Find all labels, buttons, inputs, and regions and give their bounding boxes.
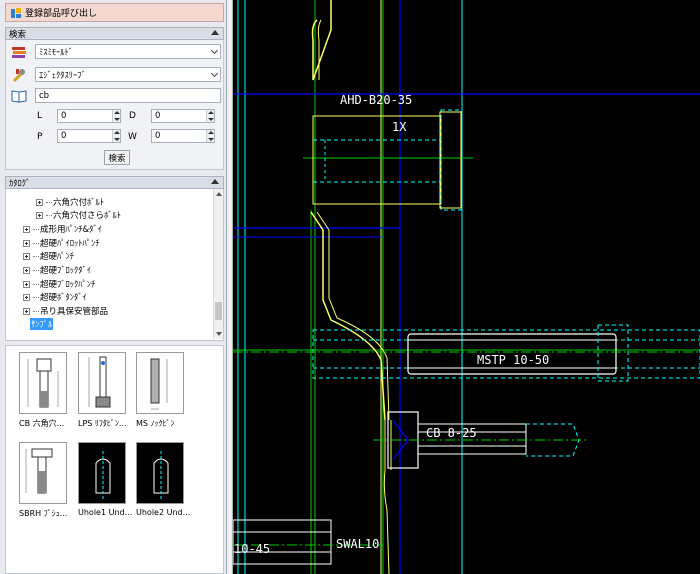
tree-item[interactable]: 超硬ﾊﾟｲﾛｯﾄﾊﾟﾝﾁ <box>23 237 100 249</box>
cb-bolt-preview-icon <box>19 352 67 414</box>
cad-label-edge: 10-45 <box>234 542 270 556</box>
expand-icon[interactable] <box>23 307 30 315</box>
cad-drawing: AHD-B20-35 1X MSTP 10-50 CB 8-25 SWAL10 … <box>233 0 700 574</box>
param-label-l: L <box>37 111 43 121</box>
tree-item-selected[interactable]: ｻﾝﾌﾟﾙ <box>30 318 54 330</box>
thumbnail-caption: Uhole2 Und... <box>136 508 190 517</box>
param-p-input[interactable]: 0 <box>57 129 121 143</box>
thumbnail-ms[interactable]: MS ﾉｯｸﾋﾟﾝ <box>136 352 184 429</box>
cad-label-mstp: MSTP 10-50 <box>477 353 549 367</box>
param-label-d: D <box>129 111 136 121</box>
param-p-value: 0 <box>61 131 67 141</box>
expand-icon[interactable] <box>36 198 43 206</box>
param-d-input[interactable]: 0 <box>151 109 215 123</box>
cad-viewport[interactable]: AHD-B20-35 1X MSTP 10-50 CB 8-25 SWAL10 … <box>233 0 700 574</box>
expand-icon[interactable] <box>23 293 30 301</box>
thumbnail-uhole1[interactable]: Uhole1 Und... <box>78 442 132 517</box>
tools-icon <box>13 68 25 82</box>
recall-parts-icon <box>11 7 21 18</box>
catalog-tree: 六角穴付ﾎﾞﾙﾄ 六角穴付さらﾎﾞﾙﾄ 成形用ﾊﾟﾝﾁ&ﾀﾞｲ 超硬ﾊﾟｲﾛｯﾄ… <box>5 189 224 341</box>
expand-icon[interactable] <box>23 252 30 260</box>
thumbnail-caption: LPS ﾘﾌﾀﾋﾟﾝ... <box>78 419 127 428</box>
param-label-p: P <box>37 132 43 142</box>
books-icon <box>12 46 26 58</box>
expand-icon[interactable] <box>23 266 30 274</box>
lifter-pin-preview-icon <box>78 352 126 414</box>
parts-panel: 登録部品呼び出し 検索 ﾐｽﾐﾓｰﾙﾄﾞ ｴｼﾞｪｸﾀｽﾘｰﾌﾞ cb L 0 … <box>0 0 227 574</box>
scroll-down-icon[interactable] <box>216 332 222 336</box>
chevron-down-icon <box>210 69 219 78</box>
spin-arrows-icon[interactable] <box>112 130 120 142</box>
open-book-icon <box>11 89 27 103</box>
expand-icon[interactable] <box>36 211 43 219</box>
tree-item[interactable]: 吊り具保安管部品 <box>23 305 108 317</box>
scroll-up-icon[interactable] <box>216 192 222 196</box>
catalog-scrollbar[interactable] <box>213 189 223 339</box>
catalog-panel-header[interactable]: ｶﾀﾛｸﾞ <box>5 176 224 189</box>
spin-arrows-icon[interactable] <box>112 110 120 122</box>
uhole2-preview-icon <box>136 442 184 504</box>
maker-select-value: ﾐｽﾐﾓｰﾙﾄﾞ <box>39 47 74 58</box>
spin-arrows-icon[interactable] <box>206 130 214 142</box>
category-select-value: ｴｼﾞｪｸﾀｽﾘｰﾌﾞ <box>39 70 86 81</box>
spin-arrows-icon[interactable] <box>206 110 214 122</box>
param-label-w: W <box>128 132 137 142</box>
cad-label-cb: CB 8-25 <box>426 426 477 440</box>
maker-select[interactable]: ﾐｽﾐﾓｰﾙﾄﾞ <box>35 44 221 59</box>
thumbnail-uhole2[interactable]: Uhole2 Und... <box>136 442 190 517</box>
search-panel-title: 検索 <box>9 29 27 40</box>
recall-registered-parts-button[interactable]: 登録部品呼び出し <box>5 3 224 22</box>
cad-label-ahd: AHD-B20-35 <box>340 93 412 107</box>
thumbnail-sbrh[interactable]: SBRH ﾌﾟｼｭ... <box>19 442 67 519</box>
collapse-icon[interactable] <box>211 179 219 184</box>
chevron-down-icon <box>210 46 219 55</box>
thumbnail-caption: SBRH ﾌﾟｼｭ... <box>19 509 68 518</box>
tree-item[interactable]: 超硬ﾊﾟﾝﾁ <box>23 250 74 262</box>
uhole1-preview-icon <box>78 442 126 504</box>
param-d-value: 0 <box>155 111 161 121</box>
recall-parts-label: 登録部品呼び出し <box>25 9 98 19</box>
bushing-preview-icon <box>19 442 67 504</box>
search-panel-header[interactable]: 検索 <box>5 27 224 40</box>
param-l-value: 0 <box>61 111 67 121</box>
param-l-input[interactable]: 0 <box>57 109 121 123</box>
tree-item[interactable]: 六角穴付ﾎﾞﾙﾄ <box>36 196 104 208</box>
cad-label-qty: 1X <box>392 120 407 134</box>
keyword-value: cb <box>39 90 50 101</box>
tree-item[interactable]: 超硬ﾎﾞﾀﾝﾀﾞｲ <box>23 291 87 303</box>
cad-label-swal: SWAL10 <box>336 537 379 551</box>
tree-item[interactable]: 六角穴付さらﾎﾞﾙﾄ <box>36 209 121 221</box>
thumbnail-caption: CB 六角穴... <box>19 419 65 428</box>
category-select[interactable]: ｴｼﾞｪｸﾀｽﾘｰﾌﾞ <box>35 67 221 82</box>
catalog-panel-title: ｶﾀﾛｸﾞ <box>9 178 31 189</box>
expand-icon[interactable] <box>23 225 30 233</box>
tree-item[interactable]: 超硬ﾌﾞﾛｯｸﾀﾞｲ <box>23 264 91 276</box>
collapse-icon[interactable] <box>211 30 219 35</box>
knock-pin-preview-icon <box>136 352 184 414</box>
keyword-input[interactable]: cb <box>35 88 221 103</box>
part-thumbnails: CB 六角穴... LPS ﾘﾌﾀﾋﾟﾝ... MS ﾉｯｸﾋﾟﾝ SBRH ﾌ… <box>5 345 224 574</box>
tree-item[interactable]: 成形用ﾊﾟﾝﾁ&ﾀﾞｲ <box>23 223 102 235</box>
scroll-thumb[interactable] <box>215 302 222 320</box>
search-button[interactable]: 検索 <box>104 150 130 165</box>
tree-item[interactable]: 超硬ﾌﾞﾛｯｸﾊﾟﾝﾁ <box>23 278 95 290</box>
thumbnail-caption: MS ﾉｯｸﾋﾟﾝ <box>136 419 175 428</box>
expand-icon[interactable] <box>23 280 30 288</box>
thumbnail-caption: Uhole1 Und... <box>78 508 132 517</box>
thumbnail-lps[interactable]: LPS ﾘﾌﾀﾋﾟﾝ... <box>78 352 127 429</box>
thumbnail-cb[interactable]: CB 六角穴... <box>19 352 67 429</box>
param-w-value: 0 <box>155 131 161 141</box>
expand-icon[interactable] <box>23 239 30 247</box>
param-w-input[interactable]: 0 <box>151 129 215 143</box>
